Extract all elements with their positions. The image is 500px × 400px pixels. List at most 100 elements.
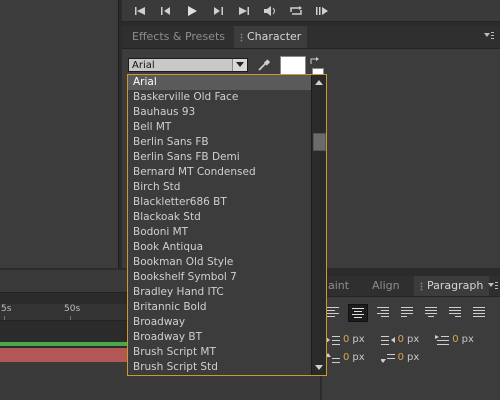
space-after-icon (380, 353, 395, 363)
loop-icon (290, 5, 302, 15)
align-center-button[interactable] (348, 304, 368, 322)
font-option[interactable]: Bauhaus 93 (128, 105, 312, 120)
scroll-down-button[interactable] (312, 361, 326, 375)
justify-last-left-icon (401, 307, 413, 317)
font-option[interactable]: Blackoak Std (128, 210, 312, 225)
indent-first-value[interactable]: 0 (452, 334, 458, 345)
indent-right-unit: px (407, 334, 420, 345)
align-right-button[interactable] (374, 304, 392, 320)
play-button[interactable] (184, 3, 200, 19)
font-option[interactable]: Bell MT (128, 120, 312, 135)
justify-last-left-button[interactable] (398, 304, 416, 320)
panel-grip-icon[interactable] (420, 281, 423, 291)
indent-right-icon (380, 335, 395, 345)
indent-left-field[interactable]: 0 px (326, 334, 365, 345)
indent-right-value[interactable]: 0 (398, 334, 404, 345)
font-option[interactable]: Book Antiqua (128, 240, 312, 255)
font-option[interactable]: Broadway BT (128, 330, 312, 345)
space-before-icon (326, 352, 340, 363)
tab-align[interactable]: Align (366, 276, 406, 296)
next-frame-icon (214, 6, 223, 15)
font-option[interactable]: Berlin Sans FB Demi (128, 150, 312, 165)
preview-controls (122, 0, 500, 22)
space-after-field[interactable]: 0 px (380, 352, 420, 363)
first-frame-button[interactable] (132, 3, 148, 19)
indent-left-icon (326, 335, 340, 345)
loop-button[interactable] (288, 3, 304, 19)
indent-left-value[interactable]: 0 (343, 334, 349, 345)
space-after-unit: px (407, 352, 420, 363)
justify-last-right-button[interactable] (446, 304, 464, 320)
font-option[interactable]: Bernard MT Condensed (128, 165, 312, 180)
first-frame-icon (135, 6, 145, 15)
panel-grip-icon[interactable] (240, 32, 243, 42)
font-option[interactable]: Broadway (128, 315, 312, 330)
last-frame-button[interactable] (236, 3, 252, 19)
font-option[interactable]: Birch Std (128, 180, 312, 195)
project-panel (0, 0, 119, 268)
previous-frame-button[interactable] (158, 3, 174, 19)
indent-first-unit: px (461, 334, 474, 345)
font-option[interactable]: Brush Script MT (128, 345, 312, 360)
tab-paragraph[interactable]: Paragraph (414, 276, 490, 296)
scrollbar-thumb[interactable] (313, 133, 326, 151)
arrow-down-icon (315, 365, 323, 370)
next-frame-button[interactable] (210, 3, 226, 19)
audio-button[interactable] (262, 3, 278, 19)
indent-first-field[interactable]: 0 px (435, 334, 474, 345)
ram-preview-icon (316, 6, 328, 15)
justify-all-icon (473, 307, 485, 317)
space-after-value[interactable]: 0 (398, 352, 404, 363)
tab-effects-presets[interactable]: Effects & Presets (126, 26, 231, 48)
character-panel-tabs: Effects & Presets Character (122, 26, 500, 49)
font-option[interactable]: Berlin Sans FB (128, 135, 312, 150)
ruler-label: 5s (1, 304, 12, 314)
scroll-up-button[interactable] (312, 75, 326, 89)
space-before-value[interactable]: 0 (343, 352, 349, 363)
font-option[interactable]: Brush Script Std (128, 360, 312, 375)
justify-last-right-icon (449, 307, 461, 317)
justify-last-center-button[interactable] (422, 304, 440, 320)
panel-menu-icon[interactable] (484, 31, 494, 41)
play-icon (188, 5, 197, 16)
indent-first-line-icon (435, 334, 450, 345)
speaker-icon (264, 5, 275, 16)
panel-menu-icon[interactable] (488, 281, 498, 291)
ruler-tick (70, 316, 71, 320)
align-center-icon (352, 308, 364, 318)
justify-last-center-icon (425, 307, 437, 317)
paragraph-panel: aint Align Paragraph 0 px 0 px 0 px 0 px… (322, 276, 500, 400)
spacing-row: 0 px 0 px (326, 352, 419, 363)
font-option[interactable]: Arial (128, 75, 312, 90)
previous-frame-icon (161, 6, 170, 15)
align-right-icon (377, 307, 389, 317)
last-frame-icon (239, 6, 249, 15)
space-before-unit: px (352, 352, 365, 363)
font-option[interactable]: Britannic Bold (128, 300, 312, 315)
justify-all-button[interactable] (470, 304, 488, 320)
ram-preview-button[interactable] (314, 3, 330, 19)
paragraph-align-row (324, 304, 488, 322)
font-option[interactable]: Bradley Hand ITC (128, 285, 312, 300)
space-before-field[interactable]: 0 px (326, 352, 365, 363)
font-option[interactable]: Bookshelf Symbol 7 (128, 270, 312, 285)
font-list-scrollbar[interactable] (311, 75, 326, 375)
paragraph-panel-tabs: aint Align Paragraph (322, 276, 500, 297)
font-family-value: Arial (132, 60, 155, 71)
font-option[interactable]: Bookman Old Style (128, 255, 312, 270)
font-option[interactable]: Blackletter686 BT (128, 195, 312, 210)
swap-colors-icon[interactable] (309, 56, 321, 66)
arrow-up-icon (315, 80, 323, 85)
font-list-items: Arial Baskerville Old Face Bauhaus 93 Be… (128, 75, 312, 375)
font-family-dropdown[interactable]: Arial Baskerville Old Face Bauhaus 93 Be… (127, 74, 327, 376)
chevron-down-icon[interactable] (232, 59, 247, 71)
font-option[interactable]: Bodoni MT (128, 225, 312, 240)
ruler-tick (4, 316, 5, 320)
font-family-select[interactable]: Arial (128, 58, 248, 72)
indent-left-unit: px (352, 334, 365, 345)
eyedropper-icon[interactable] (257, 58, 271, 72)
indent-right-field[interactable]: 0 px (380, 334, 420, 345)
indent-row: 0 px 0 px 0 px (326, 334, 474, 345)
tab-character[interactable]: Character (234, 26, 308, 48)
font-option[interactable]: Baskerville Old Face (128, 90, 312, 105)
